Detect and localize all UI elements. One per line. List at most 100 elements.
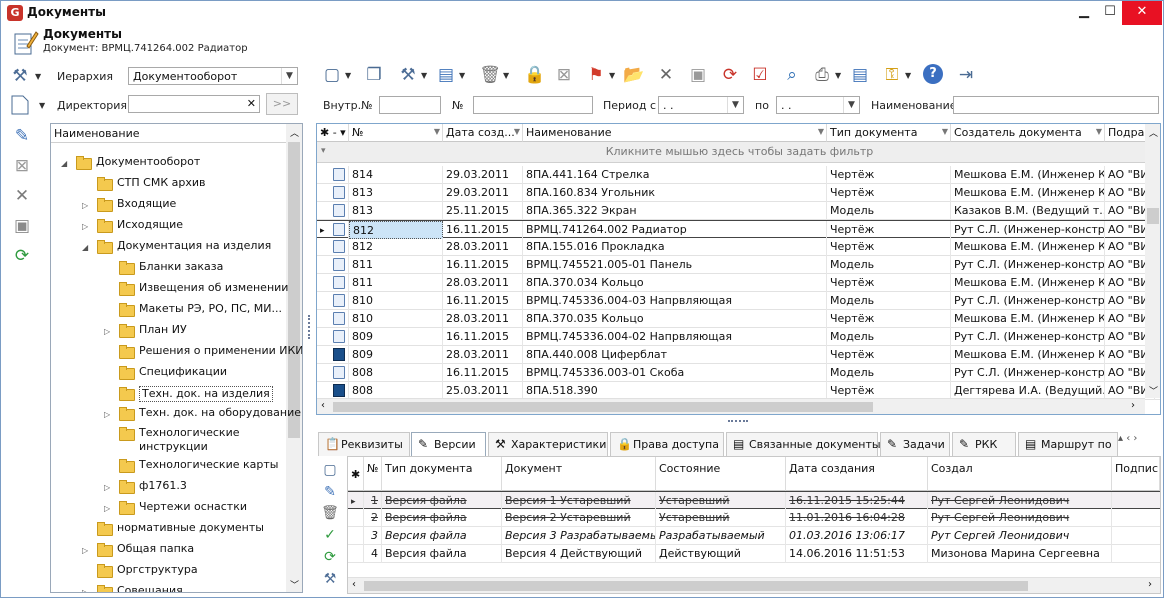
table-row[interactable]: 810 28.03.2011 8ПА.370.035 Кольцо Чертёж Меш…	[317, 310, 1160, 328]
table-row[interactable]: 810 16.11.2015 ВРМЦ.745336.004-03 Напрвляю…	[317, 292, 1160, 310]
lock-icon[interactable]: 🔒	[524, 64, 546, 86]
scroll-down-icon[interactable]: ﹀	[290, 578, 299, 591]
edit-icon[interactable]: ✎	[11, 125, 33, 147]
column-filter-icon[interactable]: ▼	[514, 127, 520, 136]
new-document-button[interactable]: ▼	[9, 93, 45, 117]
scroll-down-icon[interactable]: ﹀	[1149, 384, 1158, 397]
name-filter-input[interactable]	[953, 96, 1159, 114]
table-row[interactable]: 808 16.11.2015 ВРМЦ.745336.003-01 Скоба Мод…	[317, 364, 1160, 382]
tab-8[interactable]: ▤ Маршрут по	[1018, 432, 1118, 456]
period-from-date[interactable]: . . ▼	[658, 96, 744, 114]
versions-hscrollbar[interactable]: ‹ ›	[348, 577, 1160, 593]
versions-column-header[interactable]: Дата создания	[786, 457, 928, 491]
versions-column-header[interactable]: №	[364, 457, 382, 491]
table-row[interactable]: 811 16.11.2015 ВРМЦ.745521.005-01 Панель Мо…	[317, 256, 1160, 274]
table-row[interactable]: 814 29.03.2011 8ПА.441.164 Стрелка Чертёж Ме…	[317, 166, 1160, 184]
grid-column-header[interactable]: Тип документа ▼	[827, 124, 951, 142]
tree-scroll-thumb[interactable]	[288, 142, 300, 438]
tree-scrollbar[interactable]: ︿ ﹀	[286, 124, 302, 592]
delete-icon[interactable]: ✕	[655, 64, 677, 86]
trash-icon[interactable]: 🗑	[479, 64, 501, 86]
grid-corner[interactable]: ✱ - ▾	[317, 124, 349, 142]
row-indicator[interactable]	[317, 364, 349, 382]
versions-column-header[interactable]: Подписи	[1112, 457, 1160, 491]
chevron-down-icon[interactable]: ▼	[835, 71, 841, 80]
column-filter-icon[interactable]: ▼	[1096, 127, 1102, 136]
chevron-down-icon[interactable]: ▼	[421, 71, 427, 80]
row-indicator[interactable]: ▸	[317, 221, 349, 239]
version-row[interactable]: ▸ 1 Версия файла Версия 1 Устаревший Устарев…	[348, 491, 1160, 510]
column-filter-icon[interactable]: ▼	[434, 127, 440, 136]
search-icon[interactable]: ⌕	[781, 64, 803, 86]
checklist-icon[interactable]: ☑	[749, 64, 771, 86]
filter-hint-row[interactable]: ▾ Кликните мышью здесь чтобы задать филь…	[317, 142, 1160, 163]
row-indicator[interactable]	[317, 328, 349, 346]
scroll-right-icon[interactable]: ›	[1148, 579, 1152, 590]
expander-icon[interactable]: ▷	[82, 586, 92, 592]
open-folder-icon[interactable]: 📂	[623, 64, 645, 86]
grid-hscrollbar[interactable]: ‹ ›	[317, 398, 1145, 414]
edit-version-icon[interactable]: ✎	[319, 481, 341, 503]
cancel-icon[interactable]: ⊠	[553, 64, 575, 86]
row-indicator[interactable]	[317, 310, 349, 328]
chevron-down-icon[interactable]: ▼	[503, 71, 509, 80]
period-to-date[interactable]: . . ▼	[776, 96, 860, 114]
refresh-versions-icon[interactable]: ⟳	[319, 546, 341, 568]
save-icon[interactable]: ▣	[687, 64, 709, 86]
versions-column-header[interactable]: Создал	[928, 457, 1112, 491]
chevron-down-icon[interactable]: ▼	[905, 71, 911, 80]
expander-icon[interactable]: ▷	[82, 220, 92, 234]
delete-icon[interactable]: ✕	[11, 185, 33, 207]
splitter-handle[interactable]	[308, 315, 312, 339]
tab-5[interactable]: ▤ Связанные документы	[726, 432, 881, 456]
row-indicator[interactable]	[317, 292, 349, 310]
row-indicator[interactable]	[348, 509, 364, 527]
table-row[interactable]: 809 28.03.2011 8ПА.440.008 Циферблат Чертёж…	[317, 346, 1160, 364]
row-indicator[interactable]	[317, 256, 349, 274]
expander-icon[interactable]: ▷	[104, 502, 114, 516]
flag-icon[interactable]: ⚑	[585, 64, 607, 86]
row-indicator[interactable]	[317, 346, 349, 364]
chevron-down-icon[interactable]: ▼	[609, 71, 615, 80]
column-filter-icon[interactable]: ▼	[942, 127, 948, 136]
table-row[interactable]: 811 28.03.2011 8ПА.370.034 Кольцо Чертёж Меш…	[317, 274, 1160, 292]
tab-2[interactable]: ✎ Версии	[411, 432, 486, 457]
expander-icon[interactable]: ▷	[82, 544, 92, 558]
grid-column-header[interactable]: Создатель документа ▼	[951, 124, 1105, 142]
horizontal-splitter-handle[interactable]	[728, 420, 748, 424]
hierarchy-select[interactable]: Документооборот ▼	[128, 67, 298, 85]
grid-column-header[interactable]: Дата созд... ▼	[443, 124, 523, 142]
report-icon[interactable]: ▤	[849, 64, 871, 86]
new-document-icon[interactable]: ▢	[321, 64, 343, 86]
print-icon[interactable]: ⎙	[811, 64, 833, 86]
row-indicator[interactable]	[348, 545, 364, 563]
cancel-icon[interactable]: ⊠	[11, 155, 33, 177]
save-icon[interactable]: ▣	[11, 215, 33, 237]
scroll-up-icon[interactable]: ︿	[1149, 126, 1158, 139]
row-indicator[interactable]	[317, 202, 349, 220]
table-row[interactable]: 812 28.03.2011 8ПА.155.016 Прокладка Чертёж…	[317, 238, 1160, 256]
expander-icon[interactable]: ▷	[104, 408, 114, 422]
tab-4[interactable]: 🔒Права доступа	[610, 432, 724, 456]
table-row[interactable]: ▸ 812 16.11.2015 ВРМЦ.741264.002 Радиатор Че…	[317, 220, 1160, 239]
row-indicator[interactable]	[317, 274, 349, 292]
scroll-left-icon[interactable]: ‹	[321, 400, 325, 411]
grid-vscrollbar[interactable]: ︿ ﹀	[1145, 124, 1160, 398]
hierarchy-tools-button[interactable]: ⚒ ▼	[9, 65, 45, 87]
tools-icon[interactable]: ⚒	[397, 64, 419, 86]
clear-icon[interactable]: ✕	[247, 97, 256, 110]
new-version-icon[interactable]: ▢	[319, 459, 341, 481]
chevron-down-icon[interactable]: ▼	[345, 71, 351, 80]
help-icon[interactable]: ?	[923, 64, 943, 84]
check-version-icon[interactable]: ✓	[319, 524, 341, 546]
copy-document-icon[interactable]: ❐	[363, 64, 385, 86]
version-row[interactable]: 4 Версия файла Версия 4 Действующий Действу…	[348, 545, 1160, 563]
row-indicator[interactable]	[317, 166, 349, 184]
scroll-up-icon[interactable]: ︿	[290, 126, 299, 139]
row-indicator[interactable]	[317, 238, 349, 256]
key-icon[interactable]: ⚿	[881, 64, 903, 86]
directory-input[interactable]: ✕	[128, 95, 260, 113]
tab-1[interactable]: 📋Реквизиты	[318, 432, 410, 456]
row-indicator[interactable]	[348, 527, 364, 545]
versions-column-header[interactable]: Тип документа	[382, 457, 502, 491]
